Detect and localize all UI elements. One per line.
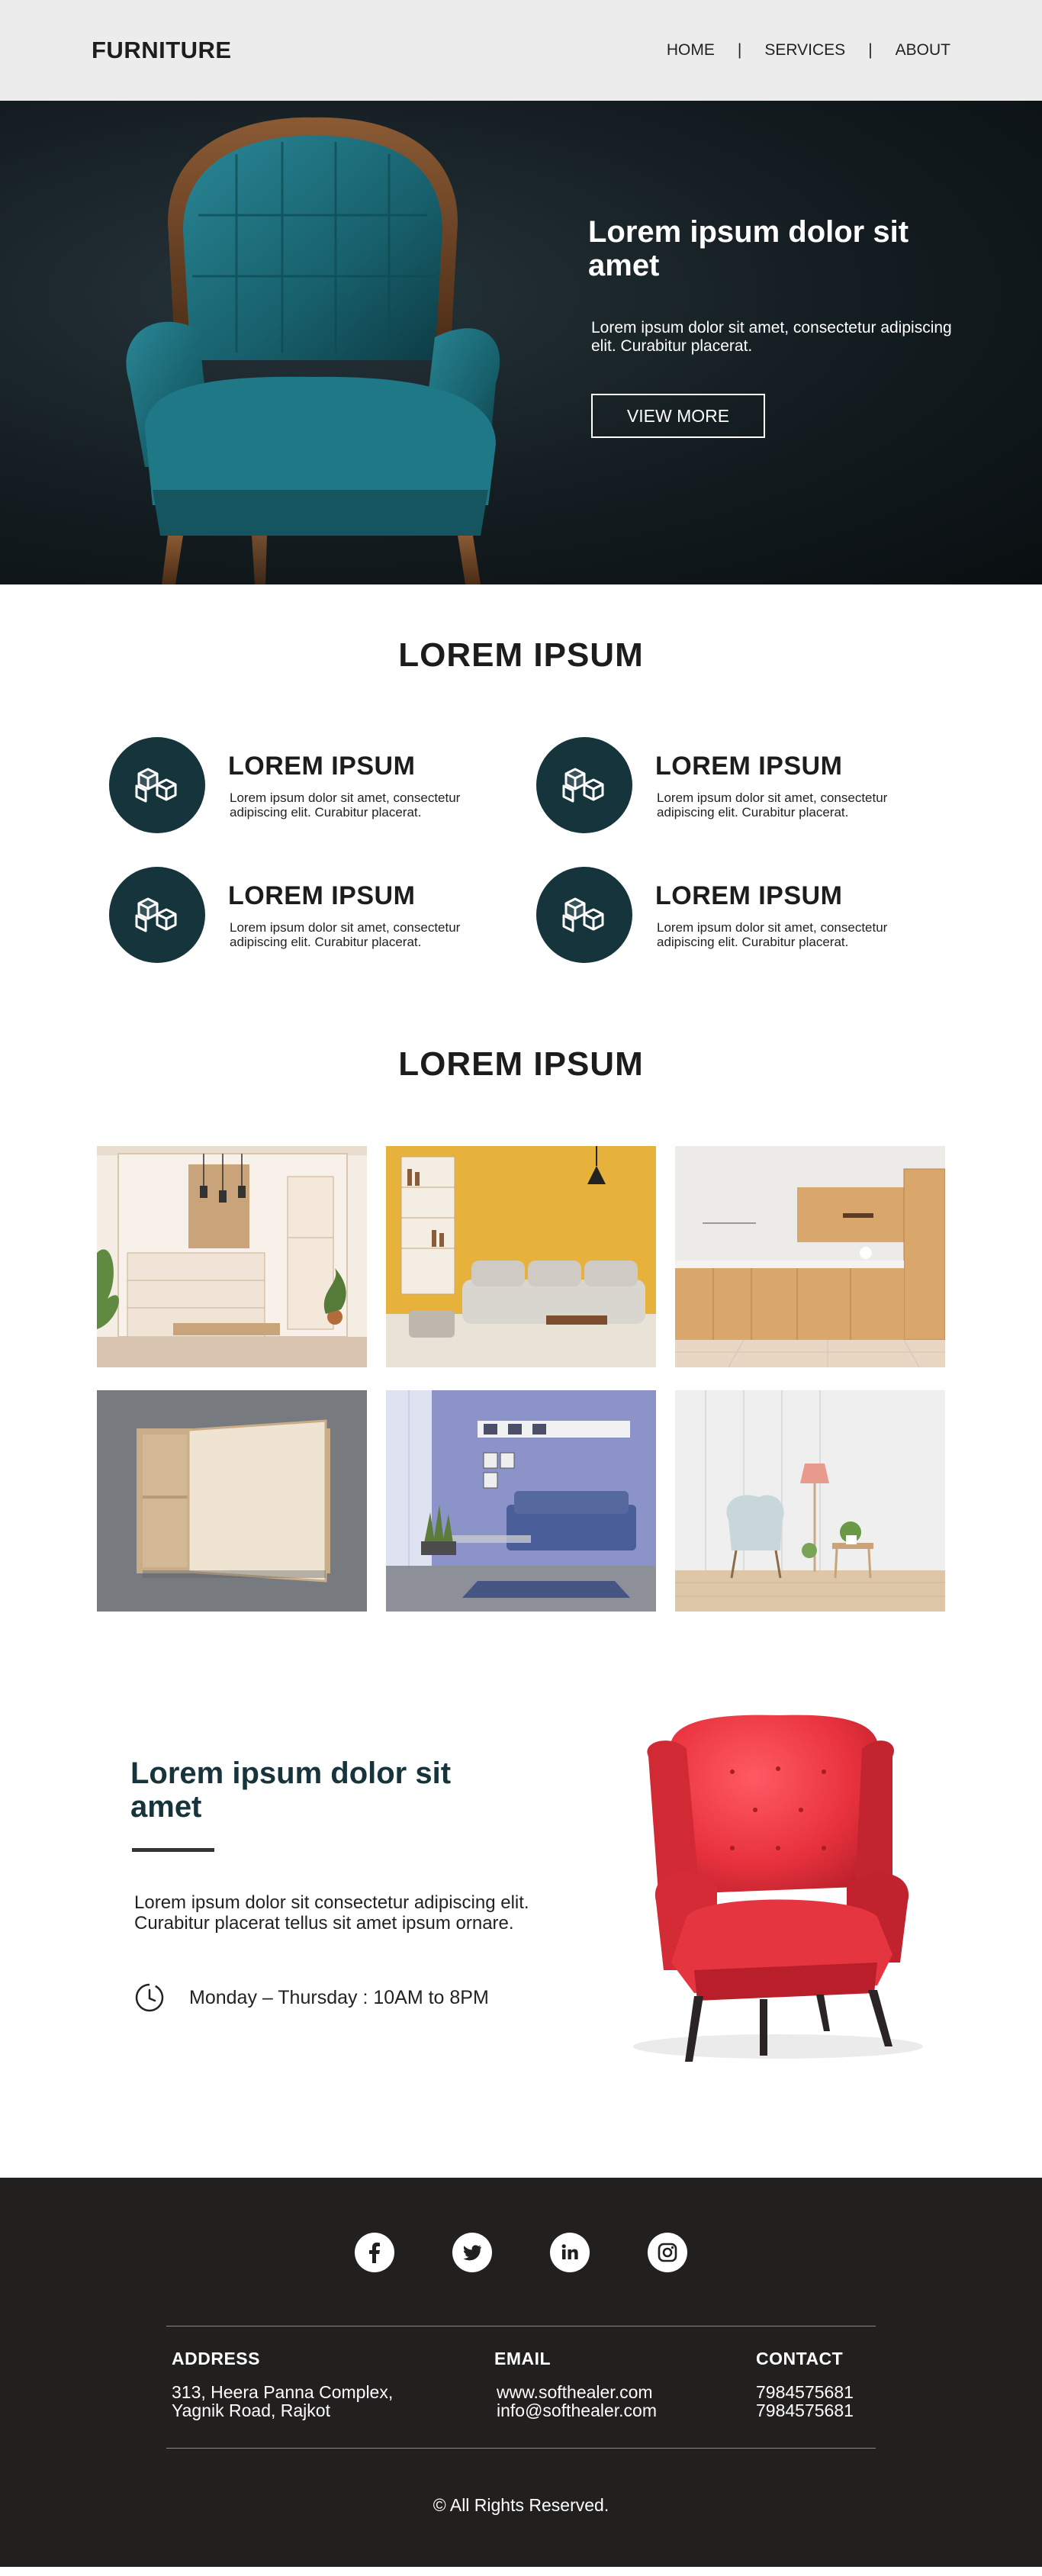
- instagram-icon[interactable]: [648, 2233, 687, 2272]
- feature-title: LOREM IPSUM: [228, 881, 416, 910]
- website-link[interactable]: www.softhealer.com: [494, 2383, 657, 2401]
- promo-description: Lorem ipsum dolor sit consectetur adipis…: [134, 1892, 529, 1934]
- promo-section: Lorem ipsum dolor sit amet Lorem ipsum d…: [0, 1612, 1042, 2178]
- promo-title: Lorem ipsum dolor sit amet: [130, 1757, 452, 1824]
- social-links: [0, 2233, 1042, 2272]
- address-heading: ADDRESS: [172, 2349, 260, 2368]
- copyright-text: © All Rights Reserved.: [433, 2495, 609, 2515]
- feature-body: LOREM IPSUM Lorem ipsum dolor sit amet, …: [228, 881, 518, 949]
- site-header: FURNITURE HOME | SERVICES | ABOUT: [0, 0, 1042, 101]
- features-grid: LOREM IPSUM Lorem ipsum dolor sit amet, …: [94, 737, 948, 963]
- nav-home-link[interactable]: HOME: [667, 41, 715, 60]
- opening-hours: Monday – Thursday : 10AM to 8PM: [134, 1982, 489, 2013]
- feature-description: Lorem ipsum dolor sit amet, consectetur …: [657, 790, 888, 819]
- gallery-image-minimal-room[interactable]: [675, 1390, 945, 1612]
- nav-separator: |: [868, 41, 873, 59]
- gallery-image-living-cabinet[interactable]: [97, 1146, 367, 1367]
- nav-services-link[interactable]: SERVICES: [764, 41, 845, 60]
- feature-item: LOREM IPSUM Lorem ipsum dolor sit amet, …: [521, 737, 948, 833]
- hero-armchair-image: [126, 117, 500, 584]
- gallery-image-wood-cabinet[interactable]: [97, 1390, 367, 1612]
- clock-icon: [135, 1983, 164, 2012]
- site-footer: ADDRESS 313, Heera Panna Complex, Yagnik…: [0, 2178, 1042, 2567]
- gallery-grid: [97, 1146, 945, 1612]
- feature-title: LOREM IPSUM: [655, 881, 843, 910]
- hero-description: Lorem ipsum dolor sit amet, consectetur …: [591, 319, 952, 355]
- feature-item: LOREM IPSUM Lorem ipsum dolor sit amet, …: [94, 737, 521, 833]
- feature-item: LOREM IPSUM Lorem ipsum dolor sit amet, …: [521, 867, 948, 963]
- hero-banner: Lorem ipsum dolor sit amet Lorem ipsum d…: [0, 101, 1042, 584]
- footer-contact: CONTACT 7984575681 7984575681: [756, 2349, 854, 2420]
- hero-content: Lorem ipsum dolor sit amet Lorem ipsum d…: [588, 215, 954, 438]
- boxes-icon: [109, 737, 205, 833]
- boxes-icon: [536, 867, 632, 963]
- email-link[interactable]: info@softhealer.com: [494, 2401, 657, 2420]
- gallery-image-blue-living-room[interactable]: [386, 1390, 656, 1612]
- footer-email: EMAIL www.softhealer.com info@softhealer…: [494, 2349, 657, 2420]
- feature-title: LOREM IPSUM: [655, 751, 843, 781]
- feature-title: LOREM IPSUM: [228, 751, 416, 781]
- view-more-button[interactable]: VIEW MORE: [591, 394, 765, 438]
- site-logo[interactable]: FURNITURE: [92, 37, 232, 64]
- twitter-icon[interactable]: [452, 2233, 492, 2272]
- gallery-title: LOREM IPSUM: [398, 1045, 644, 1083]
- phone-number[interactable]: 7984575681: [756, 2383, 854, 2401]
- feature-description: Lorem ipsum dolor sit amet, consectetur …: [230, 790, 461, 819]
- features-title: LOREM IPSUM: [398, 636, 644, 674]
- feature-description: Lorem ipsum dolor sit amet, consectetur …: [657, 919, 888, 949]
- footer-divider-bottom: [166, 2448, 876, 2449]
- feature-description: Lorem ipsum dolor sit amet, consectetur …: [230, 919, 461, 949]
- contact-heading: CONTACT: [756, 2349, 844, 2368]
- feature-item: LOREM IPSUM Lorem ipsum dolor sit amet, …: [94, 867, 521, 963]
- gallery-section: LOREM IPSUM: [0, 963, 1042, 1612]
- red-armchair-image: [633, 1715, 923, 2062]
- email-heading: EMAIL: [494, 2349, 552, 2368]
- feature-body: LOREM IPSUM Lorem ipsum dolor sit amet, …: [655, 881, 945, 949]
- nav-separator: |: [737, 41, 742, 59]
- address-line: 313, Heera Panna Complex,: [172, 2382, 394, 2402]
- boxes-icon: [109, 867, 205, 963]
- hero-title: Lorem ipsum dolor sit amet: [588, 215, 909, 282]
- facebook-icon[interactable]: [355, 2233, 394, 2272]
- phone-number[interactable]: 7984575681: [756, 2401, 854, 2420]
- feature-body: LOREM IPSUM Lorem ipsum dolor sit amet, …: [655, 752, 945, 819]
- nav-about-link[interactable]: ABOUT: [896, 41, 950, 60]
- features-section: LOREM IPSUM LOREM IPSUM Lorem ipsum dolo…: [0, 584, 1042, 963]
- linkedin-icon[interactable]: [550, 2233, 590, 2272]
- promo-divider: [132, 1848, 214, 1852]
- address-line: Yagnik Road, Rajkot: [172, 2401, 330, 2420]
- opening-hours-text: Monday – Thursday : 10AM to 8PM: [189, 1986, 489, 2008]
- gallery-image-yellow-living-room[interactable]: [386, 1146, 656, 1367]
- feature-body: LOREM IPSUM Lorem ipsum dolor sit amet, …: [228, 752, 518, 819]
- gallery-image-kitchen[interactable]: [675, 1146, 945, 1367]
- main-nav: HOME | SERVICES | ABOUT: [667, 41, 950, 60]
- footer-address: ADDRESS 313, Heera Panna Complex, Yagnik…: [172, 2349, 393, 2420]
- boxes-icon: [536, 737, 632, 833]
